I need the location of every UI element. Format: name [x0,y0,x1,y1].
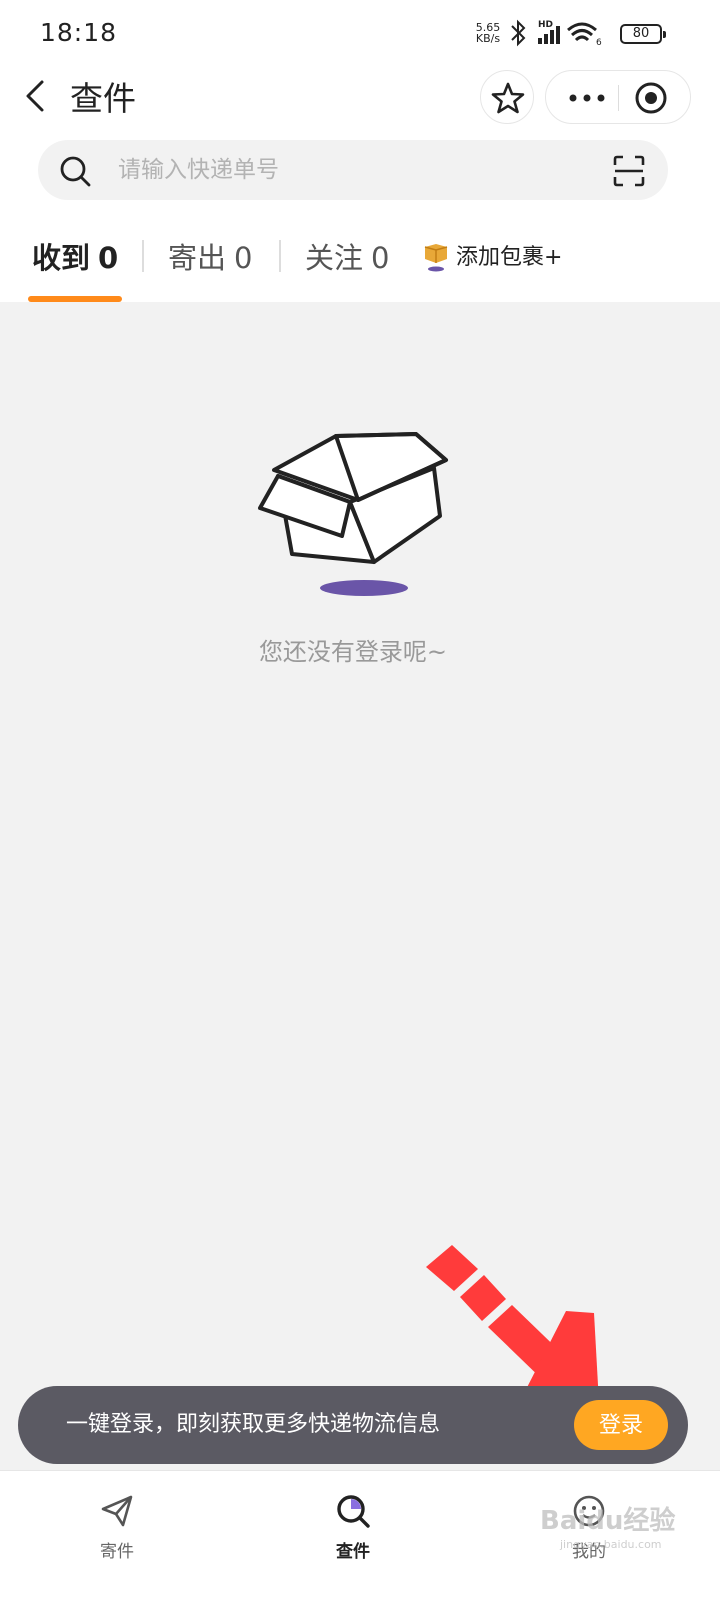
battery-indicator: 80 [620,24,666,44]
network-speed-unit: KB/s [475,32,501,45]
status-bar: 18:18 5.65 KB/s HD 6 80 [0,0,720,66]
watermark-logo: Baidu经验 [540,1506,676,1536]
tabbar-item-send[interactable]: 寄件 [57,1471,177,1571]
login-banner: 一键登录，即刻获取更多快递物流信息 登录 [18,1386,688,1464]
tabbar-label-send: 寄件 [100,1542,134,1562]
tab-received[interactable]: 收到 0 [32,238,118,278]
wifi-label: 6 [596,38,602,48]
tab-divider [279,240,281,272]
tab-received-label: 收到 [32,241,91,275]
nav-bar: 查件 [0,66,720,134]
page-title: 查件 [70,79,136,118]
watermark-url: jingyan.baidu.com [560,1538,662,1551]
star-icon [491,82,525,114]
search-bar[interactable] [38,140,668,200]
wifi-icon [567,22,597,42]
tab-sent[interactable]: 寄出 0 [168,238,252,278]
tab-sent-label: 寄出 [168,241,227,275]
empty-state-message: 您还没有登录呢~ [258,638,448,666]
status-icons: HD 6 [511,19,602,48]
tabbar-label-track: 查件 [336,1542,370,1562]
search-section [0,134,720,218]
network-speed: 5.65 KB/s [472,22,504,44]
login-button[interactable]: 登录 [574,1400,668,1450]
bluetooth-icon [511,19,526,47]
login-banner-text: 一键登录，即刻获取更多快递物流信息 [66,1412,441,1437]
tab-following-count: 0 [371,241,390,275]
add-package-label: 添加包裹+ [456,245,563,270]
tab-following-label: 关注 [305,241,364,275]
package-icon [424,244,448,272]
close-target-icon[interactable] [634,81,668,115]
tab-received-count: 0 [98,241,119,275]
tab-divider [142,240,144,272]
package-tabs: 收到 0 寄出 0 关注 0 添加包裹+ [0,218,720,302]
search-icon [60,156,91,187]
tab-sent-count: 0 [234,241,253,275]
favorite-button[interactable] [480,70,534,124]
hd-label: HD [538,20,553,30]
empty-box-illustration [258,432,448,596]
menu-capsule [545,70,691,124]
search-icon [337,1495,370,1528]
tracking-number-input[interactable] [118,153,578,187]
status-time: 18:18 [40,18,118,47]
active-tab-indicator [28,296,122,302]
more-icon[interactable] [566,84,608,112]
send-icon [101,1495,133,1527]
scan-icon[interactable] [612,154,646,188]
capsule-divider [618,85,619,111]
tabbar-item-track[interactable]: 查件 [293,1471,413,1571]
tab-following[interactable]: 关注 0 [305,238,389,278]
back-icon[interactable] [18,76,58,116]
